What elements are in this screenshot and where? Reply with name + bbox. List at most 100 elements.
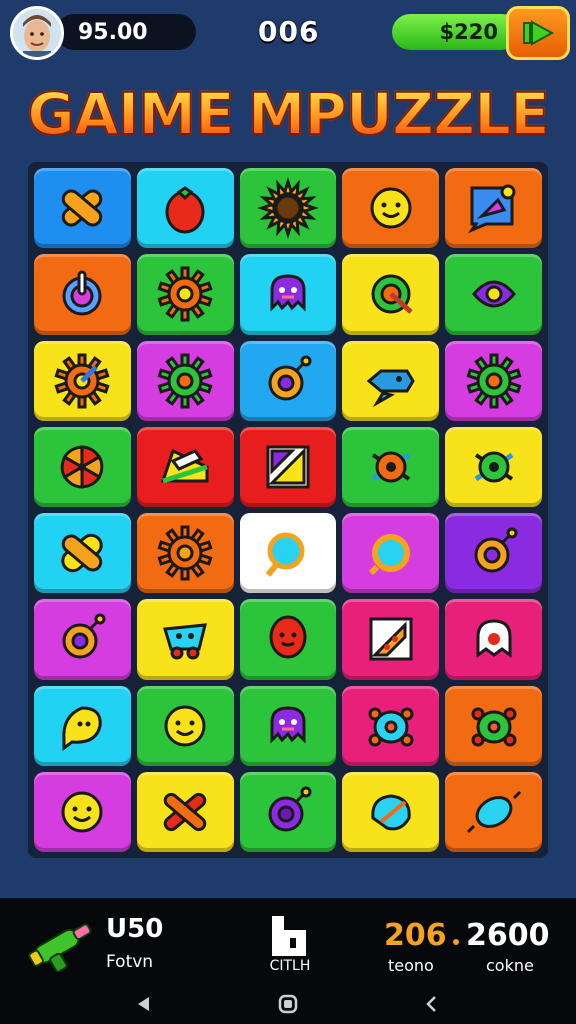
chevron-left-icon — [426, 996, 436, 1012]
puzzle-tile[interactable] — [239, 599, 337, 680]
green-bug-icon — [474, 451, 513, 483]
powerup-label: Fotvn — [106, 952, 154, 972]
home-square-icon — [278, 994, 298, 1014]
puzzle-tile[interactable] — [445, 685, 542, 766]
avatar-face-icon — [13, 9, 61, 57]
orange-ring-icon — [368, 534, 410, 576]
title-word-1: GAIME — [26, 79, 235, 149]
powerup-count: U50 — [106, 914, 164, 944]
puzzle-tile[interactable] — [445, 254, 542, 335]
back-triangle-icon — [138, 997, 149, 1011]
puzzle-tile[interactable] — [136, 340, 234, 421]
play-arrow-icon — [523, 20, 555, 46]
stat-2-value: 2600 — [466, 918, 550, 953]
green-gear-icon — [466, 353, 522, 409]
puzzle-tile[interactable] — [239, 685, 337, 766]
puzzle-tile[interactable] — [239, 340, 337, 421]
puzzle-tile[interactable] — [136, 685, 234, 766]
cheese-wedge-icon — [161, 448, 209, 484]
puzzle-tile[interactable] — [136, 168, 234, 249]
puzzle-tile[interactable] — [342, 168, 440, 249]
picture-frame-icon — [266, 445, 310, 489]
title-word-2: MPUZZLE — [247, 79, 551, 149]
bandage-icon — [62, 189, 103, 227]
play-button[interactable] — [506, 6, 570, 60]
puzzle-tile[interactable] — [34, 513, 131, 594]
power-button-icon — [62, 270, 102, 316]
puzzle-tile[interactable] — [342, 685, 440, 766]
puzzle-tile[interactable] — [445, 426, 542, 507]
smiley-face-icon — [61, 791, 103, 833]
blue-orb-icon — [371, 794, 411, 831]
ring-key-icon — [62, 613, 106, 659]
yellow-candy-icon — [61, 533, 104, 573]
blue-turtle-icon — [368, 707, 414, 747]
puzzle-tile[interactable] — [34, 168, 131, 249]
puzzle-tile[interactable] — [342, 771, 440, 852]
puzzle-tile[interactable] — [34, 426, 131, 507]
green-gear-icon — [157, 353, 213, 409]
red-balloon-icon — [269, 615, 307, 659]
powerup-button[interactable] — [24, 910, 100, 973]
orange-gear-icon — [157, 525, 213, 581]
puzzle-tile[interactable] — [445, 340, 542, 421]
puzzle-tile[interactable] — [239, 513, 337, 594]
puzzle-tile[interactable] — [445, 599, 542, 680]
nav-back-button[interactable] — [130, 990, 158, 1018]
water-gun-icon — [28, 923, 92, 973]
puzzle-tile[interactable] — [342, 254, 440, 335]
smiley-face-icon — [164, 705, 206, 747]
green-turtle-icon — [471, 707, 517, 747]
puzzle-tile[interactable] — [34, 340, 131, 421]
puzzle-tile[interactable] — [136, 599, 234, 680]
dot-separator-icon — [453, 939, 459, 945]
stat-2-label: cokne — [486, 956, 534, 975]
key-ring-icon — [474, 527, 518, 573]
ring-key-icon — [268, 355, 312, 401]
purple-bug-icon — [471, 280, 516, 308]
puzzle-tile[interactable] — [445, 771, 542, 852]
sunflower-icon — [257, 178, 318, 239]
smiley-face-icon — [370, 187, 412, 229]
building-icon — [272, 916, 306, 956]
puzzle-tile[interactable] — [342, 513, 440, 594]
lemon-icon — [62, 706, 103, 751]
puzzle-tile[interactable] — [136, 426, 234, 507]
puzzle-tile[interactable] — [239, 771, 337, 852]
puzzle-tile[interactable] — [342, 340, 440, 421]
puzzle-tile[interactable] — [445, 513, 542, 594]
puzzle-tile[interactable] — [239, 254, 337, 335]
puzzle-tile[interactable] — [136, 771, 234, 852]
orange-bug-icon — [371, 451, 411, 483]
gear-sun-icon — [157, 266, 213, 322]
tile-grid — [34, 168, 542, 852]
puzzle-tile[interactable] — [34, 771, 131, 852]
puzzle-board — [28, 162, 548, 858]
puzzle-tile[interactable] — [445, 168, 542, 249]
puzzle-tile[interactable] — [136, 254, 234, 335]
crossed-sticks-icon — [163, 792, 207, 831]
nav-recent-button[interactable] — [418, 990, 446, 1018]
puzzle-tile[interactable] — [342, 599, 440, 680]
money-display: $220 — [392, 14, 520, 50]
blue-candy-icon — [466, 790, 521, 833]
purple-orb-icon — [268, 786, 312, 832]
picture-tag-icon — [467, 184, 516, 234]
puzzle-tile[interactable] — [34, 599, 131, 680]
game-title: GAIME MPUZZLE — [0, 79, 576, 149]
money-value: $220 — [439, 20, 498, 44]
puzzle-tile[interactable] — [34, 254, 131, 335]
puzzle-tile[interactable] — [136, 513, 234, 594]
score-value: 95.00 — [78, 19, 148, 45]
player-avatar[interactable] — [10, 6, 64, 60]
nav-home-button[interactable] — [274, 990, 302, 1018]
building-button[interactable] — [266, 912, 312, 960]
puzzle-tile[interactable] — [239, 168, 337, 249]
puzzle-tile[interactable] — [239, 426, 337, 507]
white-ghost-icon — [476, 619, 512, 659]
magnifier-icon — [265, 532, 305, 577]
puzzle-tile[interactable] — [34, 685, 131, 766]
pinwheel-icon — [61, 445, 104, 489]
target-orb-icon — [371, 274, 413, 315]
puzzle-tile[interactable] — [342, 426, 440, 507]
